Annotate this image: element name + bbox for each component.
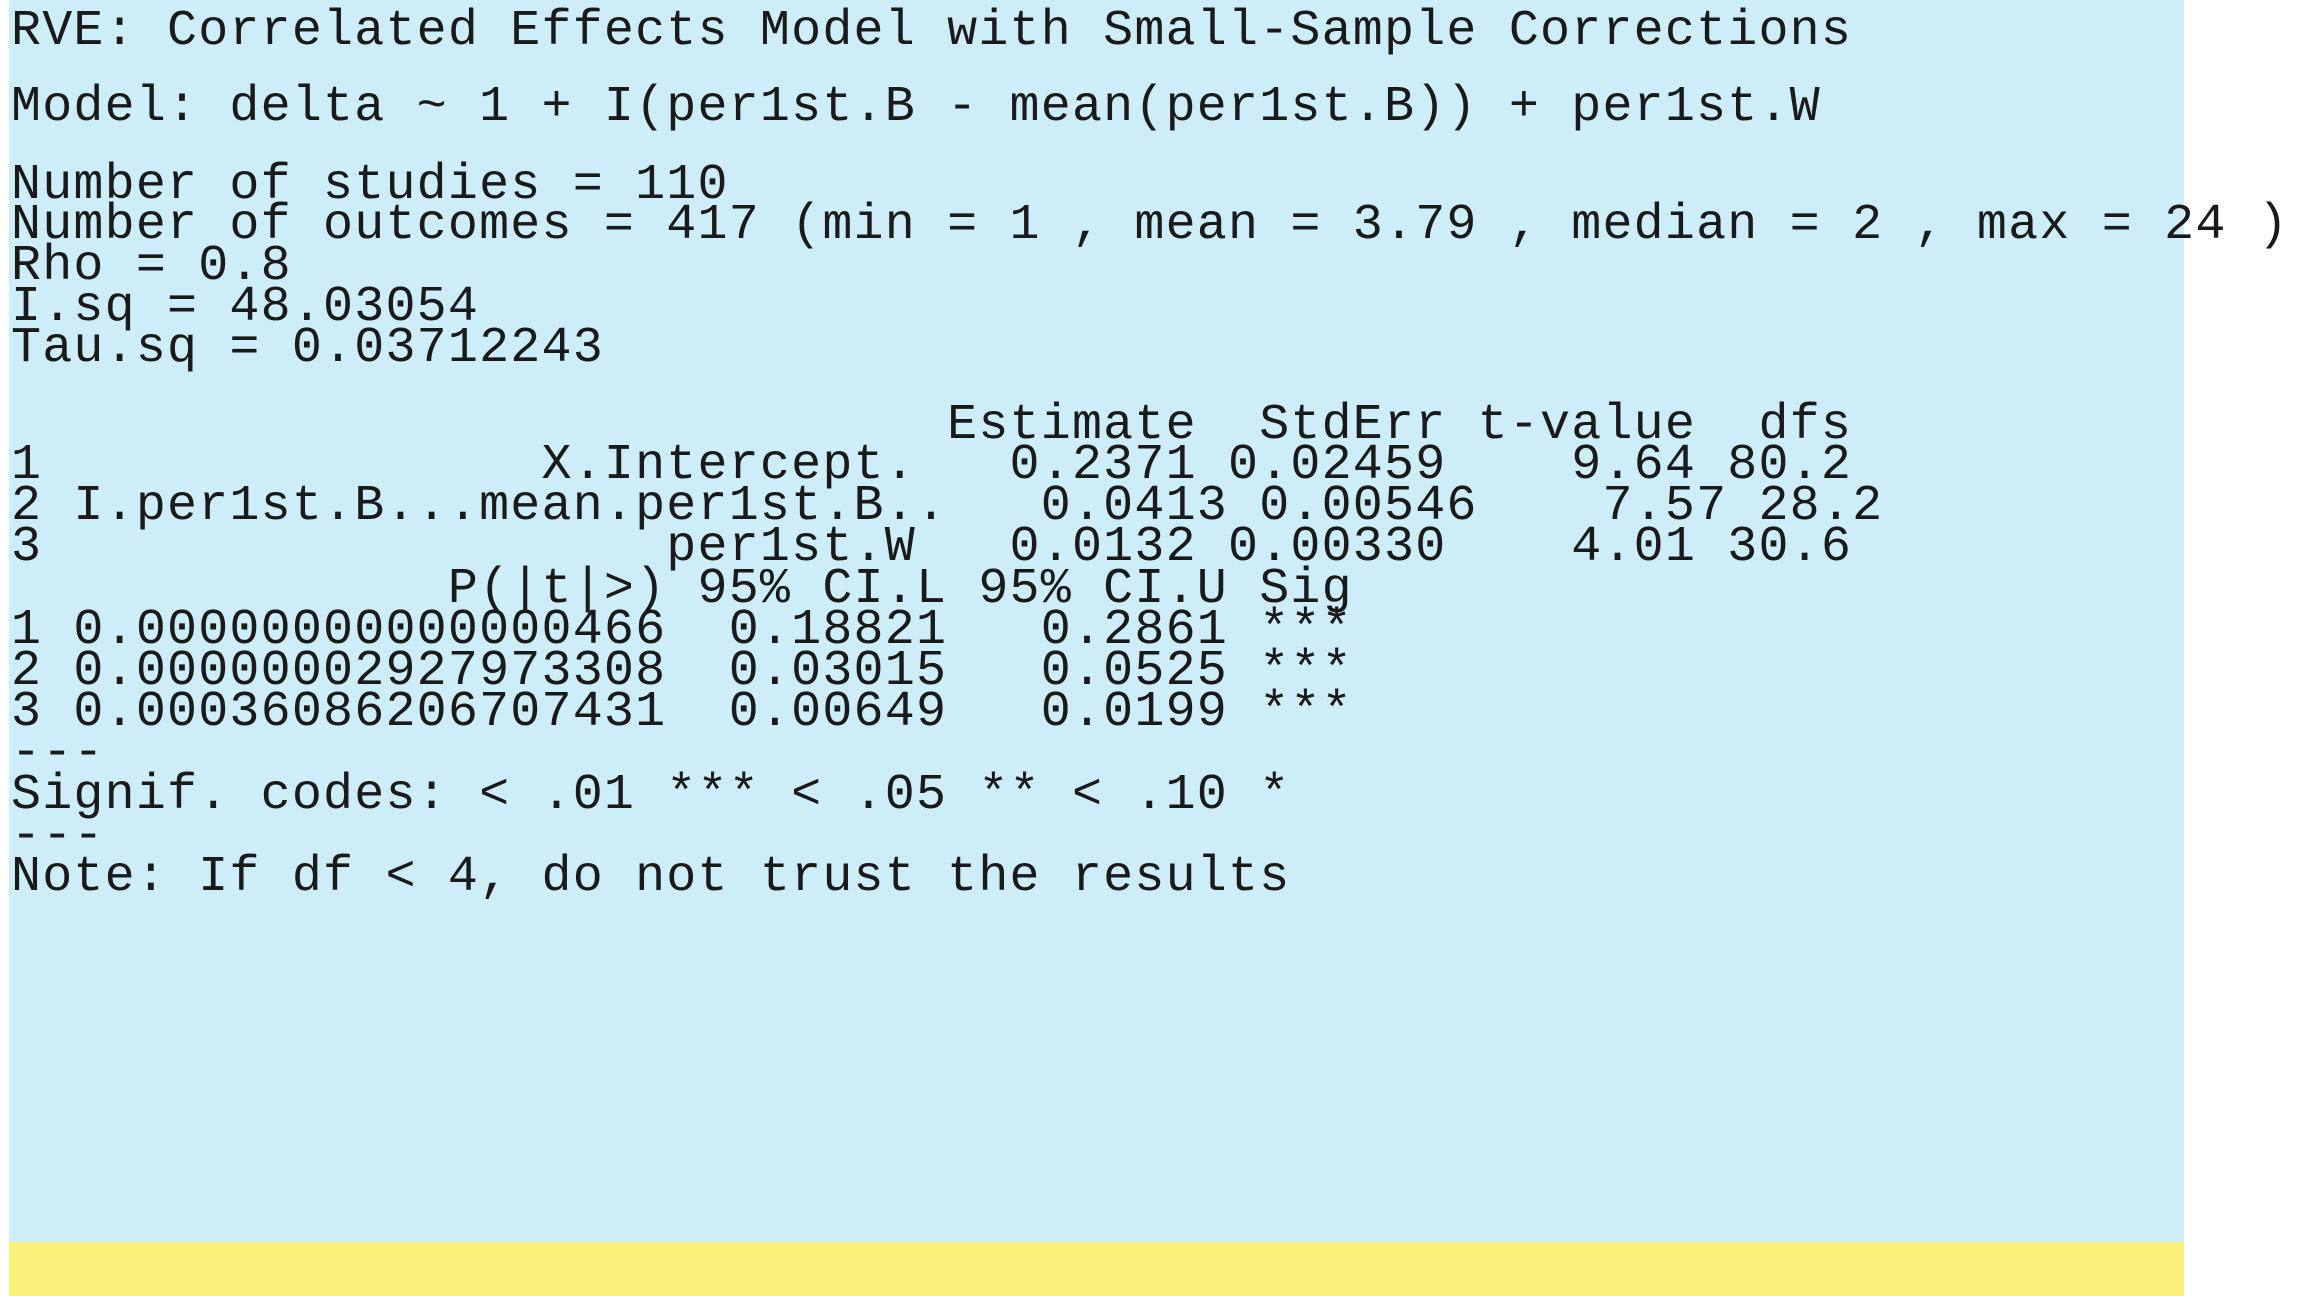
note-highlight bbox=[9, 1242, 2184, 1296]
pvalues-table-row: 3 0.00036086206707431 0.00649 0.0199 *** bbox=[11, 684, 1353, 741]
note-text: Note: If df < 4, do not trust the result… bbox=[11, 849, 1291, 906]
console-output: RVE: Correlated Effects Model with Small… bbox=[0, 0, 2298, 1296]
tau-sq-value: Tau.sq = 0.03712243 bbox=[11, 320, 604, 377]
model-formula: Model: delta ~ 1 + I(per1st.B - mean(per… bbox=[11, 79, 1821, 136]
signif-codes: Signif. codes: < .01 *** < .05 ** < .10 … bbox=[11, 767, 1291, 824]
number-of-outcomes: Number of outcomes = 417 (min = 1 , mean… bbox=[11, 197, 2289, 254]
model-title: RVE: Correlated Effects Model with Small… bbox=[11, 3, 1853, 60]
